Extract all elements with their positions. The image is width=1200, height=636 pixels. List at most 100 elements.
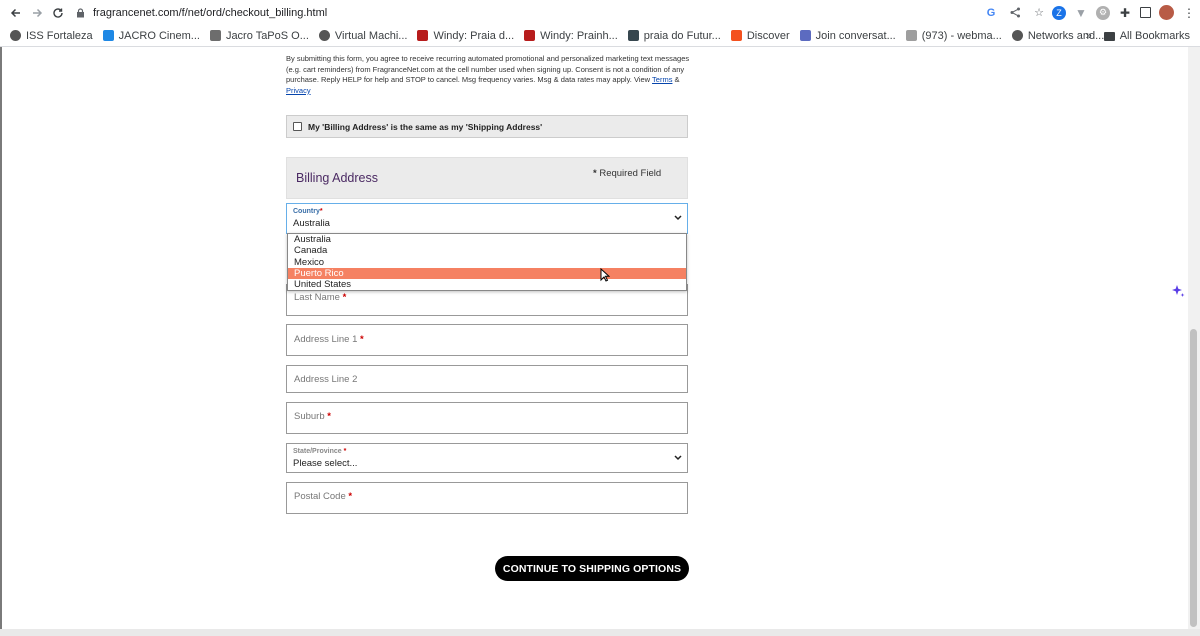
bookmark-item[interactable]: JACRO Cinem... — [102, 29, 200, 42]
jacro-icon — [102, 30, 114, 41]
same-address-label: My 'Billing Address' is the same as my '… — [308, 121, 543, 132]
chevron-down-icon — [674, 213, 682, 223]
billing-title: Billing Address — [296, 171, 378, 185]
country-dropdown-list: Australia Canada Mexico Puerto Rico United S… — [287, 233, 687, 291]
mail-icon — [905, 30, 917, 41]
bookmark-item[interactable]: Virtual Machi... — [318, 29, 408, 42]
gear-extension-icon[interactable]: ⚙ — [1096, 5, 1110, 20]
suburb-field[interactable]: Suburb * — [286, 402, 688, 434]
url-text: fragrancenet.com/f/net/ord/checkout_bill… — [93, 6, 328, 19]
postal-code-placeholder: Postal Code * — [294, 491, 352, 502]
site-info-icon[interactable] — [76, 7, 86, 18]
postal-code-field[interactable]: Postal Code * — [286, 482, 688, 514]
bookmark-label: (973) - webma... — [921, 29, 1002, 42]
puzzle-icon[interactable]: ✚ — [1118, 6, 1132, 20]
postal-code-star: * — [348, 491, 353, 502]
bookmark-item[interactable]: Discover — [730, 29, 790, 42]
country-star: * — [319, 208, 323, 215]
last-name-star: * — [342, 292, 347, 303]
country-option[interactable]: United States — [288, 279, 686, 290]
bookmark-item[interactable]: Windy: Prainh... — [524, 30, 618, 42]
address-line-1-label: Address Line 1 — [294, 334, 358, 345]
z-extension-icon[interactable]: Z — [1052, 5, 1066, 20]
teams-icon — [799, 30, 811, 41]
bookmark-star-icon[interactable]: ☆ — [1032, 6, 1046, 20]
google-icon[interactable]: G — [984, 6, 998, 20]
last-name-label: Last Name — [294, 292, 340, 303]
all-bookmarks-label: All Bookmarks — [1119, 30, 1190, 42]
state-label-text: State/Province — [293, 448, 342, 455]
country-option[interactable]: Canada — [288, 245, 686, 256]
terms-link[interactable]: Terms — [652, 75, 672, 84]
required-star: * — [593, 168, 597, 179]
bookmark-label: JACRO Cinem... — [118, 29, 200, 42]
sidepanel-icon[interactable] — [1140, 7, 1151, 18]
country-option[interactable]: Australia — [288, 234, 686, 245]
disclaimer-amp: & — [672, 75, 680, 85]
country-option[interactable]: Puerto Rico — [288, 267, 686, 280]
country-value: Australia — [293, 218, 330, 229]
back-icon[interactable] — [6, 3, 26, 23]
scrollbar-thumb[interactable] — [1190, 329, 1197, 627]
bookmark-label: praia do Futur... — [643, 29, 721, 42]
bookmark-item[interactable]: praia do Futur... — [627, 29, 721, 42]
continue-to-shipping-button[interactable]: CONTINUE TO SHIPPING OPTIONS — [495, 556, 689, 581]
privacy-link[interactable]: Privacy — [286, 86, 311, 95]
globe-icon — [1011, 30, 1023, 41]
sms-disclaimer: By submitting this form, you agree to re… — [286, 54, 690, 96]
last-name-placeholder: Last Name * — [294, 292, 346, 303]
address-line-2-placeholder: Address Line 2 — [294, 374, 358, 385]
chevron-down-icon — [674, 453, 682, 463]
country-label: Country* — [293, 208, 323, 215]
suburb-placeholder: Suburb * — [294, 411, 331, 422]
bookmark-label: Virtual Machi... — [334, 29, 408, 42]
bookmark-label: Discover — [746, 29, 790, 42]
photo-icon — [627, 30, 639, 41]
filter-extension-icon[interactable]: ▼ — [1074, 6, 1088, 20]
table-icon — [209, 30, 221, 41]
bookmarks-overflow[interactable]: » — [1086, 30, 1092, 42]
state-label: State/Province * — [293, 448, 346, 455]
menu-icon[interactable]: ⋮ — [1182, 6, 1196, 20]
bookmark-label: Jacro TaPoS O... — [225, 29, 309, 42]
mouse-cursor-icon — [600, 267, 611, 287]
country-label-text: Country — [293, 208, 320, 215]
all-bookmarks[interactable]: All Bookmarks — [1103, 30, 1190, 42]
globe-icon — [10, 30, 21, 41]
state-star: * — [343, 448, 347, 455]
postal-code-label: Postal Code — [294, 491, 346, 502]
bookmark-label: Join conversat... — [815, 29, 896, 42]
bookmark-item[interactable]: Jacro TaPoS O... — [209, 29, 309, 42]
address-line-1-field[interactable]: Address Line 1 * — [286, 324, 688, 356]
disclaimer-text: By submitting this form, you agree to re… — [286, 54, 690, 85]
share-icon[interactable] — [1008, 6, 1022, 20]
state-value: Please select... — [293, 458, 358, 469]
address-line-2-field[interactable]: Address Line 2 — [286, 365, 688, 393]
same-address-checkbox[interactable] — [293, 122, 302, 131]
forward-icon[interactable] — [27, 3, 47, 23]
bookmark-item[interactable]: ISS Fortaleza — [10, 30, 93, 42]
bookmark-label: Windy: Prainh... — [540, 29, 618, 42]
bookmark-item[interactable]: Windy: Praia d... — [417, 30, 514, 42]
country-select[interactable]: Country* Australia — [286, 203, 688, 234]
bookmark-item[interactable]: (973) - webma... — [905, 29, 1002, 42]
page-scrollbar[interactable] — [1188, 47, 1200, 629]
suburb-label: Suburb — [294, 411, 325, 422]
state-select[interactable]: State/Province * Please select... — [286, 443, 688, 473]
sparkle-icon[interactable] — [1170, 283, 1186, 299]
avatar[interactable] — [1159, 5, 1174, 20]
address-bar[interactable]: fragrancenet.com/f/net/ord/checkout_bill… — [76, 3, 1046, 22]
windy-icon — [524, 30, 536, 41]
suburb-star: * — [327, 411, 331, 422]
country-option[interactable]: Mexico — [288, 257, 686, 268]
reload-icon[interactable] — [48, 3, 68, 23]
bookmark-label: Windy: Praia d... — [433, 29, 515, 42]
browser-toolbar: fragrancenet.com/f/net/ord/checkout_bill… — [0, 0, 1200, 25]
same-address-row[interactable]: My 'Billing Address' is the same as my '… — [286, 115, 688, 138]
globe-icon — [318, 30, 330, 41]
address-line-1-placeholder: Address Line 1 * — [294, 334, 364, 345]
bookmarks-bar: ISS Fortaleza JACRO Cinem... Jacro TaPoS O… — [0, 25, 1200, 47]
required-note: * Required Field — [593, 168, 661, 179]
bookmark-item[interactable]: Join conversat... — [799, 29, 896, 42]
bookmark-label: ISS Fortaleza — [26, 29, 93, 42]
